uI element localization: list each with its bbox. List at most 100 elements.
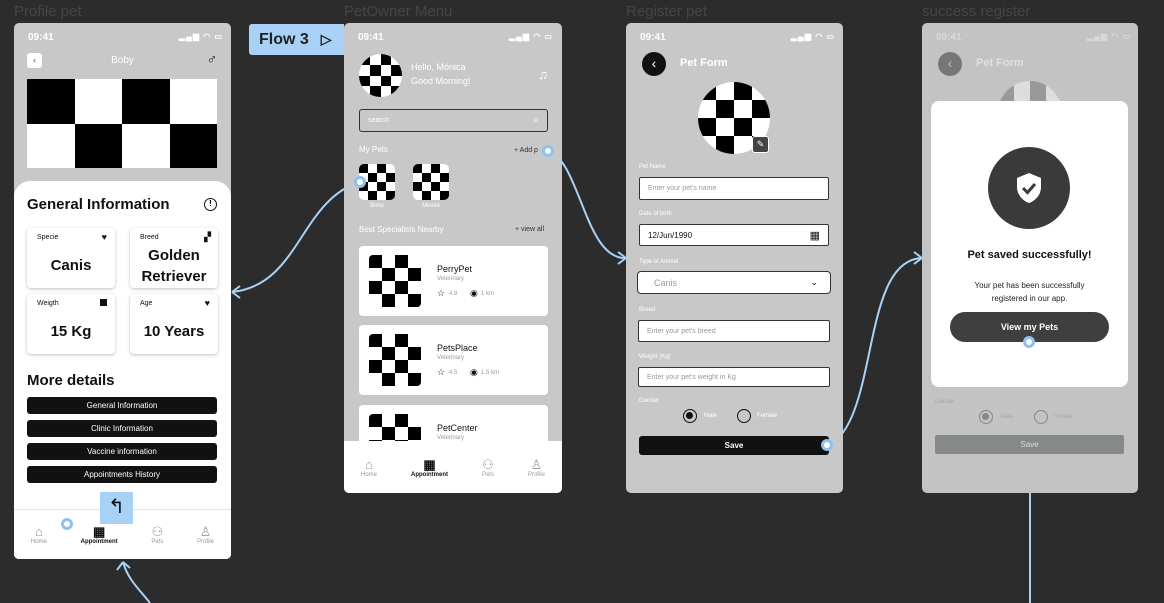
shield-check-icon (988, 147, 1070, 229)
gender-female-radio (1034, 410, 1048, 424)
specialist-logo (369, 334, 421, 386)
info-icon[interactable]: ! (204, 198, 217, 211)
specialist-card-petcenter[interactable]: PetCenter Veterinary (359, 405, 548, 445)
form-title: Pet Form (976, 57, 1024, 69)
tab-home[interactable]: ⌂ Home (31, 524, 47, 545)
weight-input[interactable]: Enter your pet's weight in Kg (638, 367, 830, 387)
gender-female-radio[interactable] (737, 409, 751, 423)
save-button-disabled: Save (935, 435, 1124, 454)
tab-profile[interactable]: ♙ Profile (197, 524, 214, 545)
back-button[interactable]: ‹ (642, 52, 666, 76)
breed-input[interactable]: Enter your pet's breed (638, 320, 830, 342)
user-icon: ♙ (199, 524, 212, 539)
stat-card-specie: Specie ♥ Canis (27, 228, 115, 288)
success-heading: Pet saved successfully! (967, 249, 1092, 261)
specialist-type: Veterinary (437, 355, 465, 361)
dog-icon: ▞ (204, 232, 211, 242)
pet-name-label: Pet Name (639, 164, 666, 170)
shield-icon (1017, 173, 1041, 203)
general-info-title: General Information (27, 196, 170, 213)
specialist-name: PetCenter (437, 423, 478, 433)
general-information-button[interactable]: General Information (27, 397, 217, 414)
status-bar: 09:41 ▂▄▆ ◠ ▭ (640, 32, 835, 43)
save-button[interactable]: Save (639, 436, 829, 455)
stat-value: 10 Years (143, 323, 205, 340)
placeholder: Enter your pet's breed (647, 327, 716, 335)
status-bar: 09:41 ▂▄▆ ◠ ▭ (358, 32, 553, 43)
vaccine-information-button[interactable]: Vaccine information (27, 443, 217, 460)
select-value: Canis (654, 277, 678, 288)
specialist-card-perrypet[interactable]: PerryPet Veterinary ☆ 4.8 ◉ 1 km (359, 246, 548, 316)
status-bar: 09:41 ▂▄▆ ◠ ▭ (936, 32, 1131, 43)
signal-icons: ▂▄▆ ◠ ▭ (791, 32, 835, 41)
search-icon: ⌕ (532, 114, 539, 126)
paw-icon: ⚇ (482, 456, 494, 472)
tab-label: Home (360, 471, 377, 478)
tab-bar: ⌂ Home ▦ Appointment ⚇ Pets ♙ Profile (344, 441, 562, 493)
specialist-name: PetsPlace (437, 343, 478, 353)
pet-thumb-minnie[interactable] (413, 164, 449, 200)
specialist-name: PerryPet (437, 264, 473, 274)
home-icon: ⌂ (365, 456, 373, 472)
dob-label: Date of birth (639, 211, 672, 217)
search-placeholder: search (368, 117, 390, 124)
tab-home[interactable]: ⌂ Home (361, 457, 377, 478)
profile-screen: 09:41 ▂▄▆ ◠ ▭ ‹ Boby ♂ General Informati… (14, 23, 231, 559)
tab-profile[interactable]: ♙ Profile (528, 457, 545, 478)
specialists-title: Best Specialists Nearby (359, 225, 444, 234)
animal-type-select[interactable]: Canis ⌄ (637, 271, 831, 294)
status-bar: 09:41 ▂▄▆ ◠ ▭ (28, 32, 223, 43)
specialist-distance: 1 km (481, 291, 495, 297)
tab-label: Profile (527, 471, 545, 478)
greeting: Hello, Mónica (411, 62, 466, 72)
dob-input[interactable]: 12/Jun/1990 ▦ (639, 224, 829, 246)
tab-label: Home (30, 539, 47, 545)
appointments-history-button[interactable]: Appointments History (27, 466, 217, 483)
gender-male-radio[interactable] (683, 409, 697, 423)
user-avatar (359, 54, 402, 97)
tab-pets[interactable]: ⚇ Pets (151, 524, 163, 545)
specialist-card-petsplace[interactable]: PetsPlace Veterinary ☆ 4.5 ◉ 1.5 km (359, 325, 548, 395)
breed-label: Breed (639, 307, 656, 313)
stat-value: Canis (50, 257, 92, 274)
specialist-rating: 4.5 (449, 370, 458, 376)
connector-dot (821, 439, 833, 451)
clinic-information-button[interactable]: Clinic Information (27, 420, 217, 437)
tab-label: Profile (197, 539, 215, 545)
gender-male-radio (979, 410, 993, 424)
weight-label: Weight (Kg) (639, 354, 671, 360)
stat-card-breed: Breed ▞ Golden Retriever (130, 228, 218, 288)
add-pet-link[interactable]: + Add p (514, 147, 538, 154)
radio-dot (982, 413, 989, 420)
tab-pets[interactable]: ⚇ Pets (482, 457, 494, 478)
connector-dot (354, 176, 366, 188)
back-button: ‹ (938, 52, 962, 76)
signal-icons: ▂▄▆ ◠ ▭ (509, 32, 553, 41)
stat-label: Breed (140, 234, 159, 241)
tab-appointment[interactable]: ▦ Appointment (411, 457, 448, 478)
edit-photo-icon[interactable]: ✎ (752, 136, 769, 153)
gender-female-label: Female (1053, 414, 1074, 420)
register-screen: 09:41 ▂▄▆ ◠ ▭ ‹ Pet Form ✎ Pet Name Ente… (626, 23, 843, 493)
bell-icon[interactable]: ♫ (538, 67, 548, 82)
search-input[interactable]: search ⌕ (359, 109, 548, 132)
heart-icon: ♥ (101, 232, 107, 242)
status-time: 09:41 (936, 32, 962, 43)
connector-line-pets-to-profile (231, 181, 361, 293)
tab-label: Appointment (410, 471, 448, 478)
stat-label: Age (140, 300, 153, 307)
pet-name-input[interactable]: Enter your pet's name (639, 177, 829, 200)
star-icon: ☆ (437, 288, 446, 298)
gender-female-label: Female (757, 413, 778, 419)
calendar-icon: ▦ (92, 524, 106, 539)
success-message: Your pet has been successfully registere… (974, 281, 1085, 303)
signal-icons: ▂▄▆ ◠ ▭ (1087, 32, 1131, 41)
paw-icon: ⚇ (151, 524, 164, 539)
specialist-logo (369, 255, 421, 307)
view-all-link[interactable]: + view all (515, 226, 544, 233)
calendar-icon: ▦ (809, 229, 820, 242)
back-flow-marker[interactable]: ↰ (100, 492, 133, 524)
tab-appointment[interactable]: ▦ Appointment (81, 524, 118, 545)
connector-dot (1023, 336, 1035, 348)
signal-icons: ▂▄▆ ◠ ▭ (179, 32, 223, 41)
